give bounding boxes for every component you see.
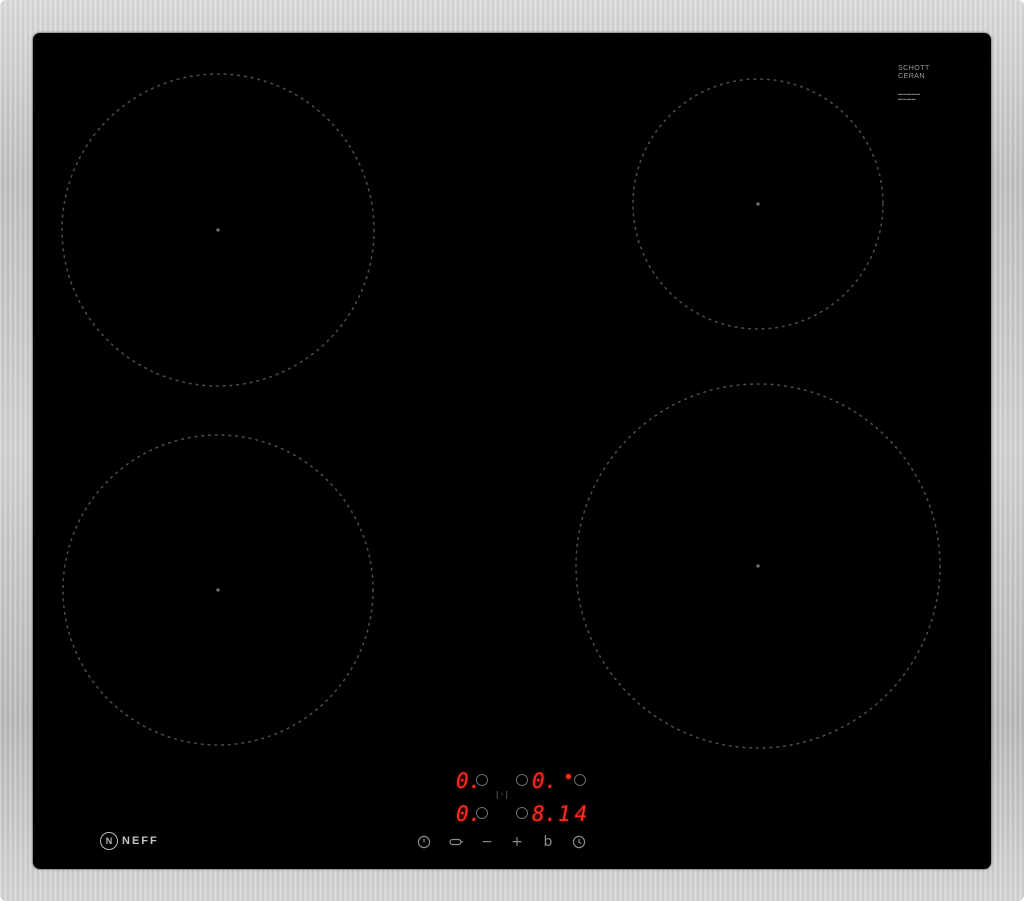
front-right-level-display: 8.: [532, 802, 558, 826]
power-boost-button[interactable]: [447, 833, 465, 851]
rear-right-level-display: 0.: [532, 769, 558, 793]
zone-link-icon: |◦|: [494, 790, 510, 799]
clock-icon: [572, 835, 586, 849]
neff-logo: N NEFF: [100, 832, 159, 850]
power-boost-icon: [449, 838, 463, 846]
power-icon: [417, 835, 431, 849]
zone-center-mark-rear-right: [756, 202, 760, 206]
active-indicator-dot-icon: [566, 774, 571, 779]
rear-right-zone-indicator-icon[interactable]: [516, 774, 528, 786]
minus-button[interactable]: −: [478, 833, 496, 851]
cooking-zones: [61, 73, 941, 749]
rear-left-zone-indicator-icon[interactable]: [476, 774, 488, 786]
power-button[interactable]: [415, 833, 433, 851]
childlock-button[interactable]: b: [539, 833, 557, 851]
front-right-zone-indicator-icon[interactable]: [516, 807, 528, 819]
ceran-label: CERAN: [898, 73, 926, 80]
timer-minutes-display: 14: [558, 802, 592, 826]
front-left-zone-indicator-icon[interactable]: [476, 807, 488, 819]
schott-label: SCHOTT: [898, 65, 930, 72]
neff-brand-label: NEFF: [122, 835, 159, 847]
zone-center-mark-front-right: [756, 564, 760, 568]
zone-center-mark-front-left: [216, 588, 220, 592]
plus-button[interactable]: +: [508, 833, 526, 851]
neff-logo-mark-icon: N: [100, 832, 118, 850]
schott-ceran-logo: SCHOTT CERAN ▬▬▬▬▬ ▬▬▬▬: [898, 65, 930, 101]
timer-zone-indicator-icon[interactable]: [574, 774, 586, 786]
schott-fine-print: ▬▬▬▬▬ ▬▬▬▬: [898, 91, 921, 101]
timer-button[interactable]: [570, 833, 588, 851]
zone-center-mark-rear-left: [216, 228, 220, 232]
